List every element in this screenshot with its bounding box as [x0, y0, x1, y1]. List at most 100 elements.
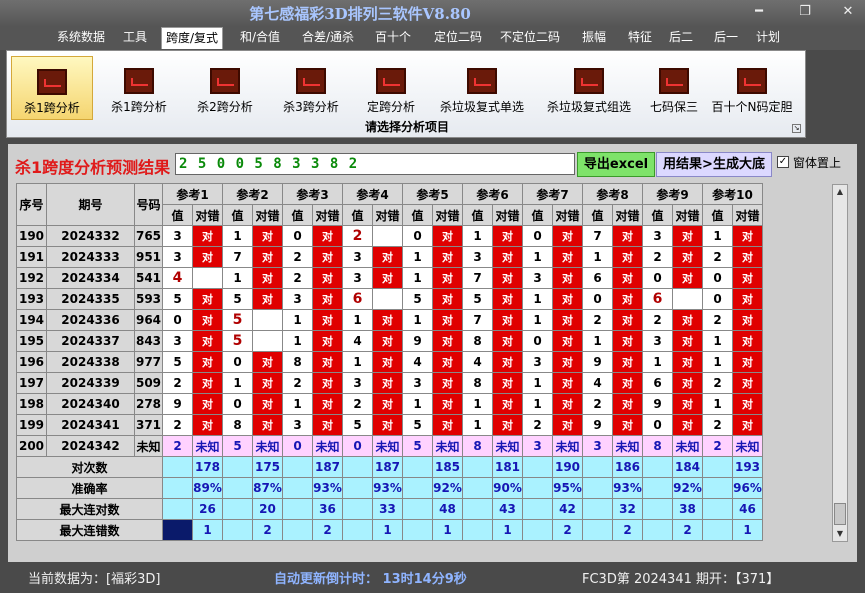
- stats-pad: [582, 477, 613, 499]
- stats-pad: [702, 498, 733, 520]
- hit-cell: 对: [192, 288, 223, 310]
- ribbon-expand-icon[interactable]: ↘: [792, 124, 801, 133]
- hit-cell: 对: [552, 372, 583, 394]
- ribbon-button-4[interactable]: 定跨分析: [355, 56, 427, 120]
- ref-value: 2: [342, 393, 373, 415]
- menu-item-3[interactable]: 和/合值: [235, 27, 285, 49]
- hit-cell: 对: [672, 372, 703, 394]
- hit-cell: 对: [312, 393, 343, 415]
- row-issue: 2024332: [46, 225, 135, 247]
- table-row[interactable]: 198 2024340 278 9 对 0 对 1 对 2 对 1 对 1 对 1 对 2 对 9 对 1 对: [16, 393, 763, 415]
- unknown-cell: 未知: [672, 435, 703, 457]
- table-row[interactable]: 193 2024335 593 5 对 5 对 3 对 6 5 对 5 对 1 对 0 对 6 0 对: [16, 288, 763, 310]
- menu-item-12[interactable]: 计划: [750, 27, 786, 49]
- menu-item-11[interactable]: 后一: [706, 27, 746, 49]
- ribbon-button-2[interactable]: 杀2跨分析: [185, 56, 265, 120]
- hit-cell: 对: [312, 351, 343, 373]
- menu-item-2[interactable]: 跨度/复式: [161, 27, 223, 49]
- ref-value: 1: [522, 393, 553, 415]
- ribbon-button-6[interactable]: 杀垃圾复式组选: [537, 56, 641, 120]
- stats-pad: [462, 498, 493, 520]
- ref-value: 3: [642, 225, 673, 247]
- header-ref-2: 参考2: [222, 183, 283, 205]
- stats-label: 准确率: [16, 477, 163, 499]
- row-seq: 195: [16, 330, 47, 352]
- ribbon-button-3[interactable]: 杀3跨分析: [271, 56, 351, 120]
- window-title: 第七感福彩3D排列三软件V8.80: [249, 5, 471, 23]
- topmost-checkbox[interactable]: ✓: [777, 156, 789, 168]
- stats-value: 48: [432, 498, 463, 520]
- hit-cell: 对: [372, 393, 403, 415]
- menu-item-1[interactable]: 工具: [118, 27, 152, 49]
- menu-item-9[interactable]: 特征: [620, 27, 660, 49]
- menu-item-5[interactable]: 百十个: [370, 27, 416, 49]
- table-row[interactable]: 191 2024333 951 3 对 7 对 2 对 3 对 1 对 3 对 1 对 1 对 2 对 2 对: [16, 246, 763, 268]
- table-row[interactable]: 192 2024334 541 4 1 对 2 对 3 对 1 对 7 对 3 对 6 对 0 对 0 对: [16, 267, 763, 289]
- stats-label: 最大连错数: [16, 519, 163, 541]
- table-row[interactable]: 197 2024339 509 2 对 1 对 2 对 3 对 3 对 8 对 1 对 4 对 6 对 2 对: [16, 372, 763, 394]
- maximize-icon[interactable]: ❐: [791, 2, 819, 22]
- scroll-down-icon[interactable]: ▼: [833, 527, 847, 541]
- menu-item-6[interactable]: 定位二码: [428, 27, 488, 49]
- scroll-thumb[interactable]: [834, 503, 846, 525]
- hit-cell: 对: [252, 414, 283, 436]
- hit-cell: 对: [732, 393, 763, 415]
- prediction-row[interactable]: 200 2024342 未知 2 未知 5 未知 0 未知 0 未知 5 未知 8 未知 3 未知 3 未知 8 未知 2…: [16, 435, 763, 457]
- hit-cell: 对: [612, 414, 643, 436]
- ribbon-button-8[interactable]: 百十个N码定胆: [707, 56, 797, 120]
- header-value: 值: [402, 204, 433, 226]
- prediction-value: 3: [582, 435, 613, 457]
- menu-item-8[interactable]: 振幅: [574, 27, 614, 49]
- ref-value: 1: [702, 330, 733, 352]
- row-seq: 196: [16, 351, 47, 373]
- table-row[interactable]: 199 2024341 371 2 对 8 对 3 对 5 对 5 对 1 对 2 对 9 对 0 对 2 对: [16, 414, 763, 436]
- header-result: 对错: [552, 204, 583, 226]
- ref-value: 9: [162, 393, 193, 415]
- stats-value: 181: [492, 456, 523, 478]
- ref-value: 2: [702, 309, 733, 331]
- export-excel-button[interactable]: 导出excel: [577, 152, 655, 177]
- hit-cell: 对: [612, 246, 643, 268]
- stats-pad: [402, 456, 433, 478]
- row-issue: 2024334: [46, 267, 135, 289]
- ref-value: 2: [702, 372, 733, 394]
- hit-cell: 对: [672, 330, 703, 352]
- scroll-up-icon[interactable]: ▲: [833, 185, 847, 199]
- table-row[interactable]: 196 2024338 977 5 对 0 对 8 对 1 对 4 对 4 对 3 对 9 对 1 对 1 对: [16, 351, 763, 373]
- stats-value: 87%: [252, 477, 283, 499]
- generate-base-button[interactable]: 用结果>生成大底: [656, 152, 772, 177]
- ref-value: 1: [402, 309, 433, 331]
- stats-pad: [642, 519, 673, 541]
- prediction-value: 0: [342, 435, 373, 457]
- table-row[interactable]: 195 2024337 843 3 对 5 1 对 4 对 9 对 8 对 0 对 1 对 3 对 1 对: [16, 330, 763, 352]
- result-field[interactable]: 2 5 0 0 5 8 3 3 8 2: [175, 153, 575, 175]
- minimize-icon[interactable]: ━: [745, 2, 773, 22]
- ref-value: 3: [522, 267, 553, 289]
- ribbon-button-5[interactable]: 杀垃圾复式单选: [429, 56, 535, 120]
- stats-pad: [522, 477, 553, 499]
- vertical-scrollbar[interactable]: ▲ ▼: [832, 184, 848, 542]
- header-result: 对错: [432, 204, 463, 226]
- ref-value: 5: [342, 414, 373, 436]
- menu-item-0[interactable]: 系统数据: [52, 27, 110, 49]
- menu-item-7[interactable]: 不定位二码: [494, 27, 566, 49]
- analysis-table: 序号 期号 号码 参考1 参考2 参考3 参考4 参考5 参考6 参考7 参考8 参考9 参考10 值对错…: [16, 183, 763, 541]
- prediction-value: 8: [462, 435, 493, 457]
- stats-value: 178: [192, 456, 223, 478]
- ribbon-button-7[interactable]: 七码保三: [643, 56, 705, 120]
- hit-cell: 对: [732, 246, 763, 268]
- menu-item-4[interactable]: 合差/通杀: [296, 27, 360, 49]
- ribbon-button-0[interactable]: 杀1跨分析: [11, 56, 93, 120]
- table-row[interactable]: 190 2024332 765 3 对 1 对 0 对 2 0 对 1 对 0 对 7 对 3 对 1 对: [16, 225, 763, 247]
- unknown-cell: 未知: [252, 435, 283, 457]
- chart-icon: [737, 68, 767, 94]
- ref-value: 0: [702, 288, 733, 310]
- header-ref-3: 参考3: [282, 183, 343, 205]
- stats-pad: [342, 477, 373, 499]
- table-row[interactable]: 194 2024336 964 0 对 5 1 对 1 对 1 对 7 对 1 对 2 对 2 对 2 对: [16, 309, 763, 331]
- ribbon-button-1[interactable]: 杀1跨分析: [99, 56, 179, 120]
- menu-item-10[interactable]: 后二: [663, 27, 699, 49]
- stats-value: 26: [192, 498, 223, 520]
- header-value: 值: [342, 204, 373, 226]
- close-icon[interactable]: ✕: [834, 2, 862, 22]
